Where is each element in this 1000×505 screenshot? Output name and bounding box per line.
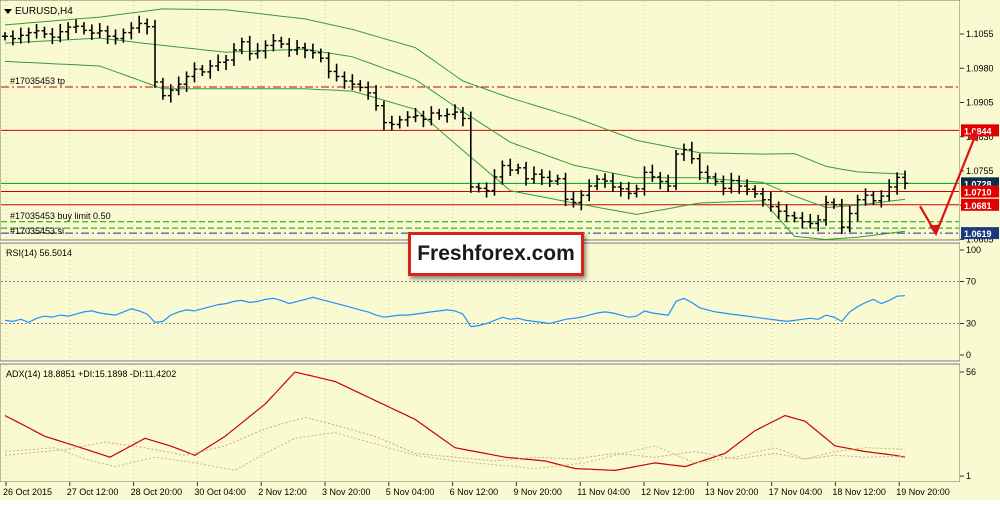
time-label: 13 Nov 20:00 bbox=[705, 487, 759, 497]
order-tp-label: #17035453 tp bbox=[10, 76, 65, 86]
price-tick-label: 1.0905 bbox=[966, 98, 994, 108]
time-label: 17 Nov 04:00 bbox=[769, 487, 823, 497]
time-label: 28 Oct 20:00 bbox=[131, 487, 183, 497]
price-tick-label: 1.0980 bbox=[966, 63, 994, 73]
rsi-title: RSI(14) 56.5014 bbox=[6, 248, 72, 258]
price-marker-label: 1.0710 bbox=[964, 188, 992, 198]
time-label: 12 Nov 12:00 bbox=[641, 487, 695, 497]
price-marker: 1.0681 bbox=[961, 198, 999, 211]
adx-panel-bg bbox=[0, 363, 961, 483]
time-label: 26 Oct 2015 bbox=[3, 487, 52, 497]
time-label: 18 Nov 12:00 bbox=[832, 487, 886, 497]
rsi-tick-label: 30 bbox=[966, 319, 976, 329]
symbol-title: EURUSD,H4 bbox=[15, 6, 73, 17]
time-label: 2 Nov 12:00 bbox=[258, 487, 307, 497]
adx-tick-label: 56 bbox=[966, 367, 976, 377]
adx-tick-label: 1 bbox=[966, 471, 971, 481]
time-label: 9 Nov 20:00 bbox=[513, 487, 562, 497]
time-label: 11 Nov 04:00 bbox=[577, 487, 630, 497]
time-label: 27 Oct 12:00 bbox=[67, 487, 119, 497]
order-sl-label: #17035453 sl bbox=[10, 226, 64, 236]
rsi-tick-label: 100 bbox=[966, 245, 981, 255]
watermark-text: Freshforex.com bbox=[417, 242, 575, 265]
price-tick-label: 1.1055 bbox=[966, 29, 994, 39]
price-marker: 1.0710 bbox=[961, 185, 999, 198]
order-buy-limit-label: #17035453 buy limit 0.50 bbox=[10, 211, 111, 221]
time-label: 6 Nov 12:00 bbox=[450, 487, 499, 497]
adx-title: ADX(14) 18.8851 +DI:15.1898 -DI:11.4202 bbox=[6, 369, 176, 379]
time-label: 3 Nov 20:00 bbox=[322, 487, 371, 497]
price-marker: 1.0844 bbox=[961, 124, 999, 136]
price-marker-label: 1.0619 bbox=[964, 229, 992, 239]
price-marker: 1.0619 bbox=[961, 227, 999, 240]
time-label: 19 Nov 20:00 bbox=[896, 487, 950, 497]
price-tick-label: 1.0755 bbox=[966, 166, 994, 176]
time-label: 30 Oct 04:00 bbox=[194, 487, 246, 497]
price-marker-label: 1.0681 bbox=[964, 201, 992, 211]
chart-root: 26 Oct 2015 27 Oct 12:00 28 Oct 20:00 30 Oc… bbox=[0, 0, 1000, 500]
freshforex-watermark: Freshforex.com bbox=[408, 232, 584, 276]
price-marker-label: 1.0844 bbox=[964, 126, 992, 136]
rsi-tick-label: 0 bbox=[966, 350, 971, 360]
rsi-tick-label: 70 bbox=[966, 277, 976, 287]
time-label: 5 Nov 04:00 bbox=[386, 487, 435, 497]
